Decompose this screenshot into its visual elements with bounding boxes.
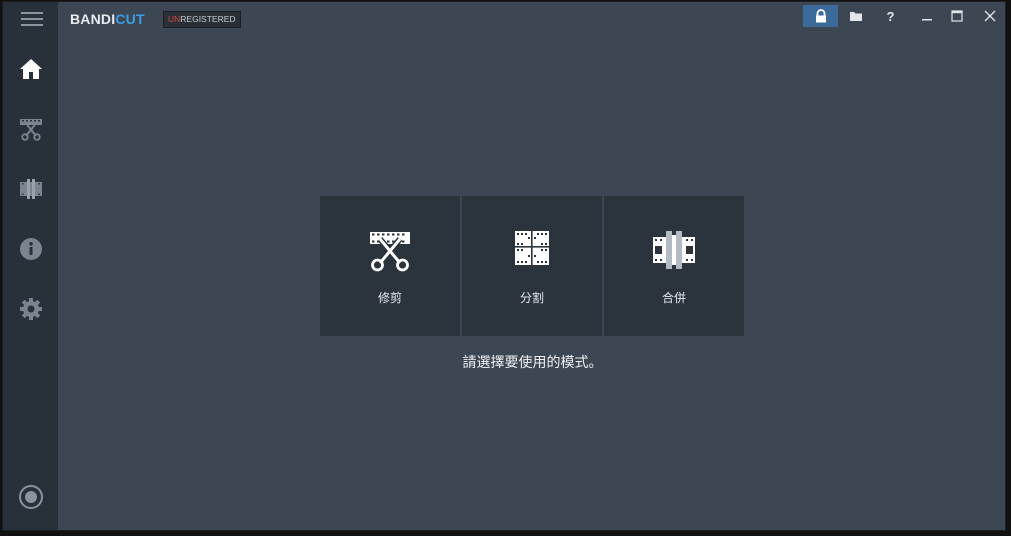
maximize-icon	[950, 10, 963, 22]
help-button[interactable]: ?	[873, 5, 908, 27]
mode-split-button[interactable]: 分割	[462, 196, 602, 336]
record-icon	[18, 485, 43, 509]
info-icon	[19, 238, 42, 260]
mode-join-button[interactable]: 合併	[604, 196, 744, 336]
join-icon	[19, 179, 42, 199]
app-window: BANDICUT UNREGISTERED ? 修剪 分割 合併 請選擇要使用的…	[2, 1, 1006, 531]
sidebar-item-info[interactable]	[3, 227, 58, 271]
sidebar-item-settings[interactable]	[3, 287, 58, 331]
mode-trim-label: 修剪	[377, 291, 402, 305]
registration-badge[interactable]: UNREGISTERED	[163, 11, 241, 28]
join-icon	[653, 231, 695, 269]
minimize-icon	[921, 19, 932, 21]
menu-icon[interactable]	[21, 12, 43, 28]
app-logo: BANDICUT	[70, 11, 145, 27]
open-folder-button[interactable]	[838, 5, 873, 27]
mode-hint-text: 請選擇要使用的模式。	[462, 355, 603, 371]
mode-join-label: 合併	[661, 291, 686, 305]
help-icon: ?	[886, 8, 895, 24]
record-button[interactable]	[3, 475, 58, 519]
trim-icon	[19, 119, 42, 141]
sidebar-item-home[interactable]	[3, 47, 58, 91]
home-icon	[19, 59, 42, 79]
mode-split-label: 分割	[519, 291, 544, 305]
split-icon	[515, 231, 549, 265]
trim-icon	[370, 232, 410, 272]
titlebar: BANDICUT UNREGISTERED ?	[58, 2, 1005, 34]
gear-icon	[19, 298, 42, 320]
maximize-button[interactable]	[939, 5, 974, 27]
mode-trim-button[interactable]: 修剪	[320, 196, 460, 336]
folder-icon	[849, 12, 862, 21]
close-icon	[984, 10, 995, 22]
close-button[interactable]	[972, 5, 1005, 27]
mode-selector: 修剪 分割 合併	[320, 196, 745, 336]
sidebar-item-trim[interactable]	[3, 107, 58, 151]
sidebar-item-join[interactable]	[3, 167, 58, 211]
sidebar	[3, 2, 58, 530]
lock-icon	[815, 9, 826, 23]
lock-button[interactable]	[803, 5, 838, 27]
